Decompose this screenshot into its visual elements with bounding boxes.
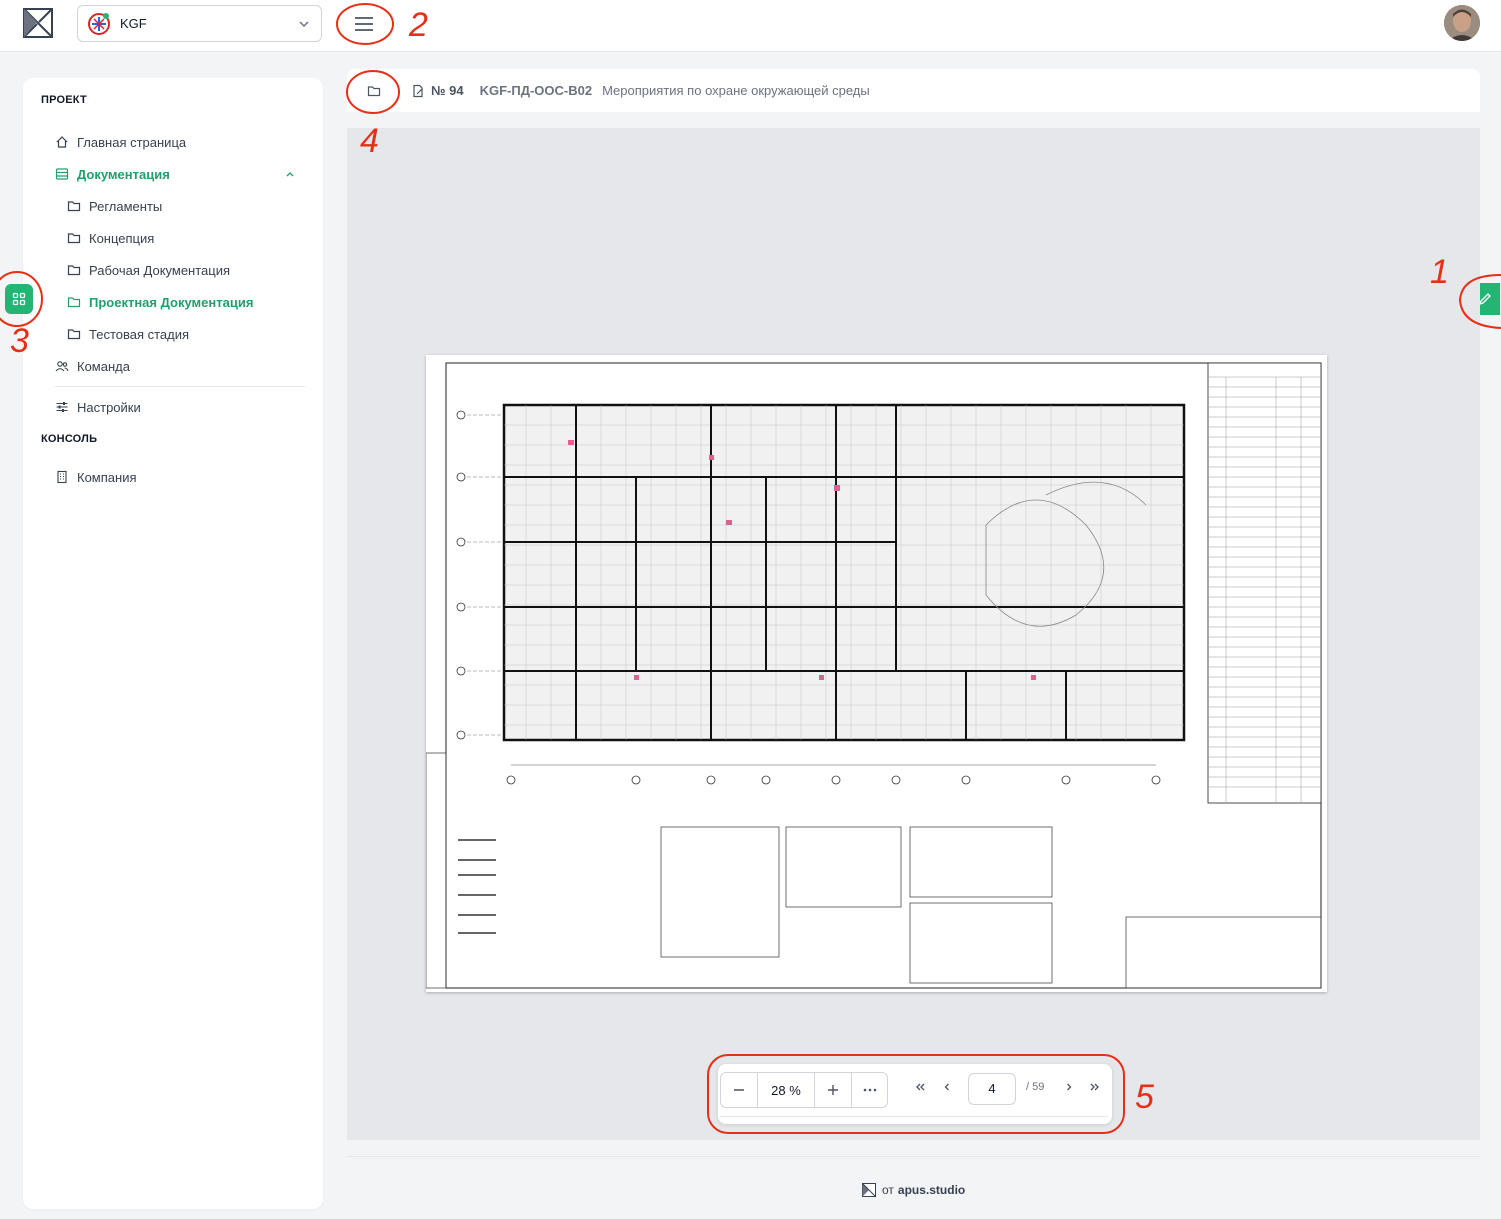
- user-avatar[interactable]: [1444, 5, 1480, 41]
- project-select[interactable]: KGF: [77, 5, 322, 42]
- team-icon: [55, 361, 69, 372]
- apus-logo-icon: [862, 1183, 876, 1197]
- minus-icon: [734, 1089, 744, 1091]
- sidebar-item-test-stage[interactable]: Тестовая стадия: [41, 318, 305, 350]
- folder-icon: [67, 233, 81, 244]
- chevrons-right-icon: [1090, 1083, 1099, 1091]
- pdf-viewer[interactable]: [347, 128, 1480, 1140]
- chevron-right-icon: [1067, 1083, 1072, 1091]
- grid-icon: [12, 292, 26, 306]
- project-name: KGF: [120, 16, 147, 31]
- folder-icon: [67, 201, 81, 212]
- sidebar-item-label: Тестовая стадия: [89, 326, 190, 342]
- top-bar: KGF: [0, 0, 1501, 52]
- page-total: / 59: [1026, 1081, 1045, 1093]
- folder-icon: [67, 297, 81, 308]
- pencil-icon: [1478, 293, 1491, 306]
- sidebar-item-label: Рабочая Документация: [89, 262, 231, 278]
- sidebar-divider: [55, 386, 305, 387]
- sidebar-item-documentation[interactable]: Документация: [41, 158, 305, 190]
- building-icon: [57, 470, 67, 484]
- app-logo-icon[interactable]: [23, 8, 53, 38]
- apps-button[interactable]: [5, 284, 33, 314]
- docs-icon: [55, 168, 69, 180]
- more-options-button[interactable]: [851, 1073, 887, 1107]
- folder-icon: [67, 329, 81, 340]
- sidebar-item-working-docs[interactable]: Рабочая Документация: [41, 254, 305, 286]
- next-page-button[interactable]: [1063, 1080, 1075, 1096]
- first-page-button[interactable]: [914, 1080, 926, 1096]
- sidebar-item-label: Проектная Документация: [89, 294, 254, 310]
- drawing-sheet: [425, 355, 1327, 992]
- sidebar-item-company[interactable]: Компания: [41, 461, 305, 493]
- home-icon: [56, 136, 68, 148]
- footer-brand-link[interactable]: apus.studio: [898, 1183, 965, 1197]
- floor-plan-drawing: [425, 362, 1322, 989]
- more-icon: [863, 1088, 876, 1092]
- sidebar-item-label: Настройки: [77, 399, 141, 415]
- sliders-icon: [56, 402, 68, 412]
- zoom-in-button[interactable]: [815, 1073, 851, 1107]
- document-edit-icon: [413, 84, 423, 97]
- prev-page-button[interactable]: [941, 1080, 953, 1096]
- chevrons-left-icon: [916, 1083, 925, 1091]
- document-code: KGF-ПД-ООС-В02: [479, 83, 593, 98]
- sidebar-item-concept[interactable]: Концепция: [41, 222, 305, 254]
- sidebar-item-label: Компания: [77, 469, 137, 485]
- page-number-input[interactable]: 4: [968, 1073, 1016, 1105]
- sidebar-item-team[interactable]: Команда: [41, 350, 305, 382]
- document-number: № 94: [431, 83, 464, 98]
- footer: от apus.studio: [862, 1183, 965, 1197]
- menu-toggle-button[interactable]: [348, 8, 380, 40]
- document-title: Мероприятия по охране окружающей среды: [602, 83, 870, 98]
- sidebar-item-label: Главная страница: [77, 134, 187, 150]
- zoom-out-button[interactable]: [721, 1073, 757, 1107]
- folder-icon: [67, 265, 81, 276]
- sidebar-item-label: Команда: [77, 358, 130, 374]
- sidebar: ПРОЕКТ Главная страница Документация Рег…: [23, 78, 323, 1209]
- sidebar-item-project-docs[interactable]: Проектная Документация: [41, 286, 305, 318]
- hamburger-icon: [355, 17, 373, 31]
- console-section-title: КОНСОЛЬ: [41, 433, 98, 445]
- sidebar-item-label: Документация: [77, 166, 170, 182]
- footer-prefix: от: [882, 1183, 894, 1197]
- zoom-controls: 28 %: [720, 1072, 888, 1108]
- chevron-down-icon: [299, 20, 309, 27]
- last-page-button[interactable]: [1089, 1080, 1101, 1096]
- project-logo-icon: [88, 12, 110, 35]
- chevron-left-icon: [944, 1083, 949, 1091]
- sidebar-item-home[interactable]: Главная страница: [41, 126, 305, 158]
- document-header: № 94 KGF-ПД-ООС-В02 Мероприятия по охран…: [347, 69, 1480, 112]
- footer-divider: [347, 1156, 1480, 1157]
- plus-icon: [828, 1085, 838, 1095]
- folder-icon[interactable]: [367, 84, 381, 98]
- project-section-title: ПРОЕКТ: [41, 94, 87, 106]
- sidebar-item-label: Регламенты: [89, 198, 163, 214]
- sidebar-item-regulations[interactable]: Регламенты: [41, 190, 305, 222]
- sidebar-item-settings[interactable]: Настройки: [41, 391, 305, 423]
- chevron-up-icon: [286, 172, 294, 177]
- sidebar-item-label: Концепция: [89, 230, 155, 246]
- zoom-level[interactable]: 28 %: [757, 1073, 815, 1107]
- toolbar-divider: [720, 1116, 1108, 1117]
- viewer-toolbar: 28 % 4 / 59: [718, 1064, 1112, 1124]
